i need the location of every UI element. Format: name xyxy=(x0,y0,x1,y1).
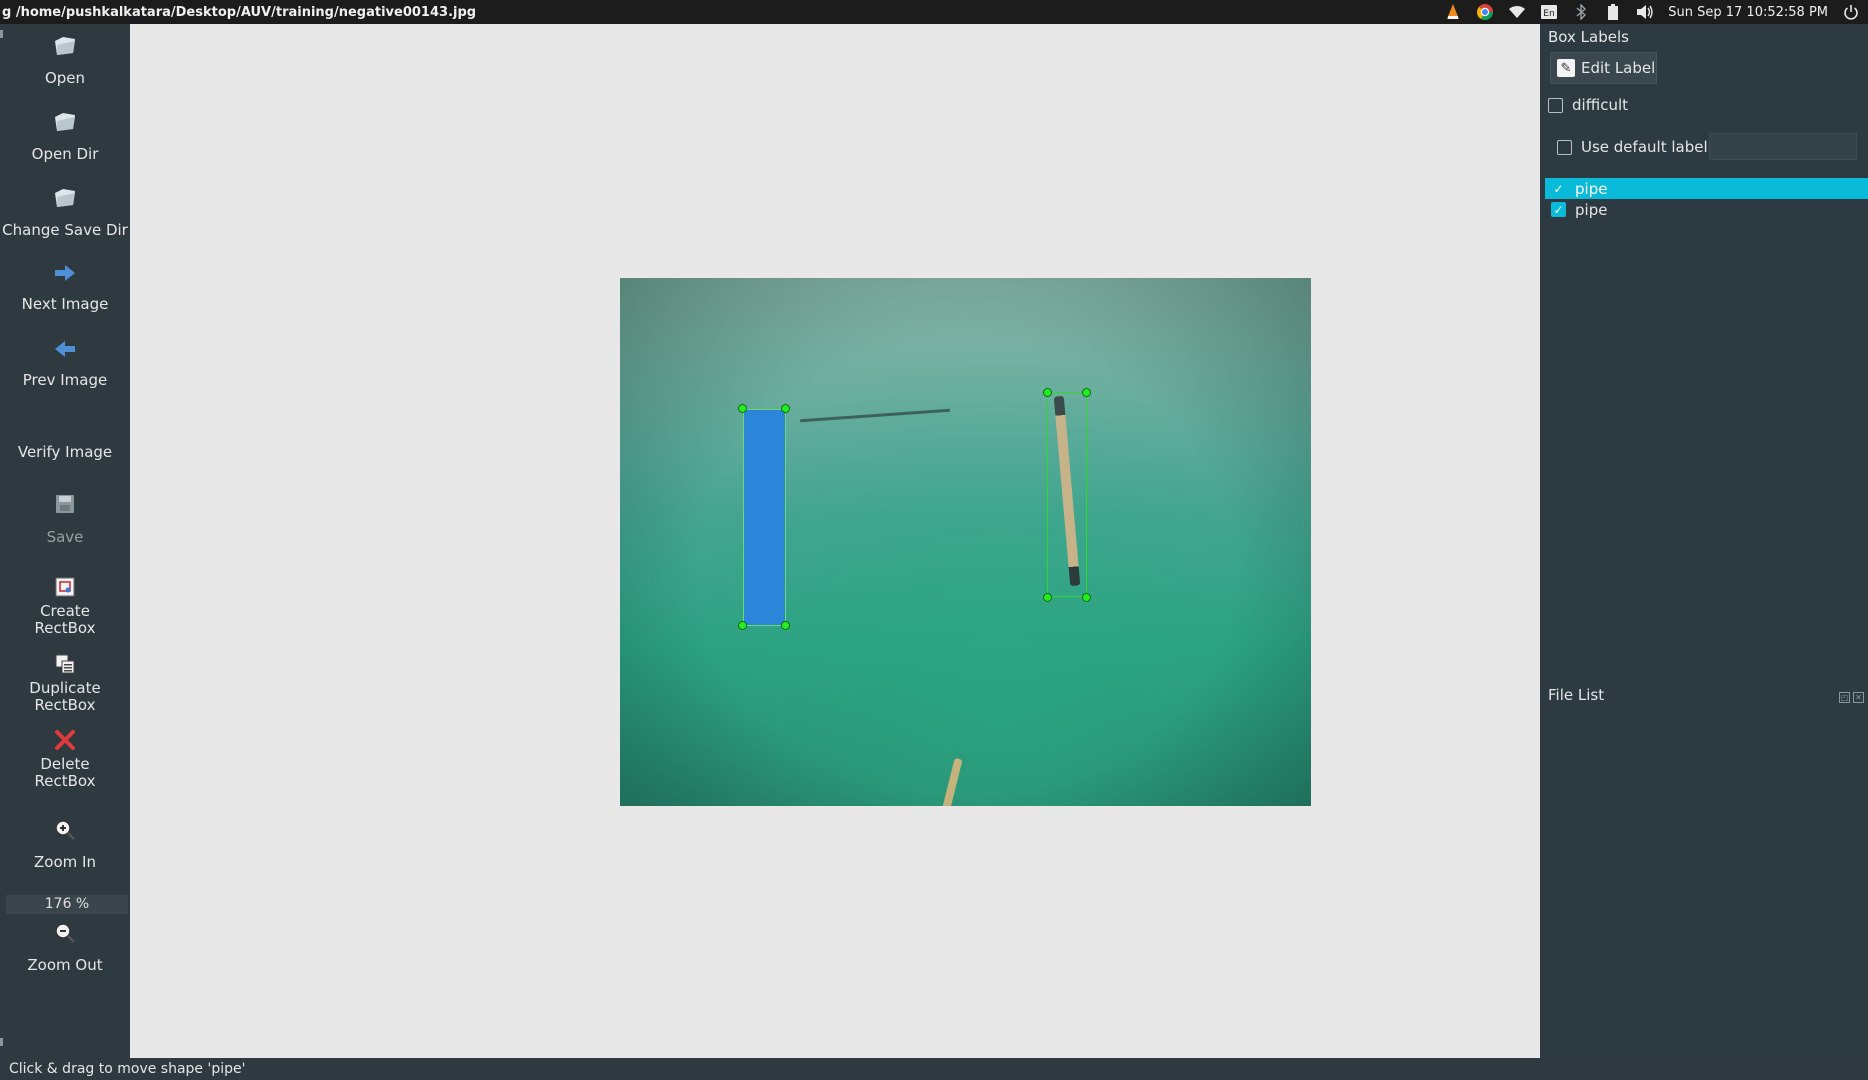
clock[interactable]: Sun Sep 17 10:52:58 PM xyxy=(1668,5,1828,20)
change-save-dir-button[interactable]: Change Save Dir xyxy=(0,185,130,239)
float-icon[interactable]: ◰ xyxy=(1839,692,1850,703)
folder-icon xyxy=(52,33,78,59)
bounding-box[interactable] xyxy=(1047,392,1087,597)
floppy-disk-icon xyxy=(52,491,78,517)
battery-icon[interactable] xyxy=(1604,3,1622,21)
label-list-item-text: pipe xyxy=(1575,179,1608,198)
difficult-checkbox[interactable]: difficult xyxy=(1548,96,1628,114)
box-corner-handle[interactable] xyxy=(738,621,747,630)
zoom-out-icon xyxy=(52,920,78,946)
verify-image-label: Verify Image xyxy=(17,443,113,461)
open-dir-label: Open Dir xyxy=(31,145,99,163)
use-default-label-text: Use default label xyxy=(1581,138,1708,156)
box-corner-handle[interactable] xyxy=(1043,388,1052,397)
box-corner-handle[interactable] xyxy=(781,404,790,413)
delete-rectbox-button[interactable]: Delete RectBox xyxy=(0,727,130,790)
system-tray: En Sun Sep 17 10:52:58 PM xyxy=(1444,3,1868,21)
bounding-box-selected[interactable] xyxy=(743,409,786,626)
image-canvas[interactable] xyxy=(130,24,1540,1058)
zoom-out-label: Zoom Out xyxy=(27,956,103,974)
create-rectbox-button[interactable]: Create RectBox xyxy=(0,574,130,637)
label-list-item[interactable]: ✓ pipe xyxy=(1545,178,1868,199)
open-button[interactable]: Open xyxy=(0,33,130,87)
underwater-image[interactable] xyxy=(620,278,1311,806)
box-corner-handle[interactable] xyxy=(781,621,790,630)
power-icon[interactable] xyxy=(1842,3,1860,21)
next-image-button[interactable]: Next Image xyxy=(0,260,130,313)
duplicate-rectbox-label: Duplicate RectBox xyxy=(29,679,101,714)
zoom-in-button[interactable]: Zoom In xyxy=(0,817,130,871)
tools-toolbar: Open Open Dir Change Save Dir Next Image xyxy=(0,24,130,1058)
use-default-label-checkbox[interactable]: Use default label xyxy=(1557,138,1708,156)
zoom-in-icon xyxy=(52,817,78,843)
toolbar-grip[interactable] xyxy=(0,1038,3,1046)
wifi-icon[interactable] xyxy=(1508,3,1526,21)
box-corner-handle[interactable] xyxy=(1082,388,1091,397)
next-image-label: Next Image xyxy=(21,295,109,313)
check-icon[interactable]: ✓ xyxy=(1551,181,1566,196)
create-rect-icon xyxy=(52,574,78,600)
close-icon[interactable]: ✕ xyxy=(1853,692,1864,703)
folder-icon xyxy=(52,109,78,135)
box-corner-handle[interactable] xyxy=(738,404,747,413)
keyboard-icon[interactable]: En xyxy=(1540,3,1558,21)
volume-icon[interactable] xyxy=(1636,3,1654,21)
box-corner-handle[interactable] xyxy=(1043,593,1052,602)
save-label: Save xyxy=(46,528,84,546)
edit-label-button[interactable]: ✎ Edit Label xyxy=(1550,52,1657,84)
check-icon[interactable]: ✓ xyxy=(1551,202,1566,217)
pencil-icon: ✎ xyxy=(1557,59,1575,77)
difficult-label: difficult xyxy=(1572,96,1628,114)
zoom-in-label: Zoom In xyxy=(34,853,96,871)
label-list-item[interactable]: ✓ pipe xyxy=(1545,199,1868,220)
app-window: g /home/pushkalkatara/Desktop/AUV/traini… xyxy=(0,0,1868,1080)
delete-rectbox-label: Delete RectBox xyxy=(34,755,96,790)
difficult-checkbox-box[interactable] xyxy=(1548,97,1563,113)
open-label: Open xyxy=(44,69,86,87)
open-dir-button[interactable]: Open Dir xyxy=(0,109,130,163)
arrow-left-icon xyxy=(52,336,78,362)
arrow-right-icon xyxy=(52,260,78,286)
status-bar: Click & drag to move shape 'pipe' xyxy=(0,1058,1868,1080)
file-list-title: File List xyxy=(1548,686,1605,704)
folder-icon xyxy=(52,185,78,211)
bluetooth-icon[interactable] xyxy=(1572,3,1590,21)
use-default-label-checkbox-box[interactable] xyxy=(1557,139,1572,155)
default-label-input[interactable] xyxy=(1709,133,1857,160)
box-corner-handle[interactable] xyxy=(1082,593,1091,602)
delete-x-icon xyxy=(52,727,78,753)
vlc-icon[interactable] xyxy=(1444,3,1462,21)
window-title: g /home/pushkalkatara/Desktop/AUV/traini… xyxy=(2,4,477,20)
file-list-dock-buttons: ◰ ✕ xyxy=(1839,692,1864,703)
change-save-dir-label: Change Save Dir xyxy=(2,221,128,239)
right-dock: Box Labels ✎ Edit Label difficult Use de… xyxy=(1540,24,1868,1058)
prev-image-label: Prev Image xyxy=(22,371,108,389)
zoom-out-button[interactable]: Zoom Out xyxy=(0,920,130,974)
svg-text:En: En xyxy=(1544,9,1555,19)
zoom-level-spinbox[interactable]: 176 % xyxy=(6,895,128,914)
save-button[interactable]: Save xyxy=(0,491,130,546)
verify-image-button[interactable]: Verify Image xyxy=(0,444,130,461)
box-labels-title: Box Labels xyxy=(1548,28,1629,46)
label-list-item-text: pipe xyxy=(1575,200,1608,219)
chrome-icon[interactable] xyxy=(1476,3,1494,21)
duplicate-icon xyxy=(52,651,78,677)
duplicate-rectbox-button[interactable]: Duplicate RectBox xyxy=(0,651,130,714)
prev-image-button[interactable]: Prev Image xyxy=(0,336,130,389)
create-rectbox-label: Create RectBox xyxy=(34,602,96,637)
edit-label-text: Edit Label xyxy=(1581,59,1656,77)
image-vignette xyxy=(620,278,1311,806)
system-top-bar: g /home/pushkalkatara/Desktop/AUV/traini… xyxy=(0,0,1868,24)
